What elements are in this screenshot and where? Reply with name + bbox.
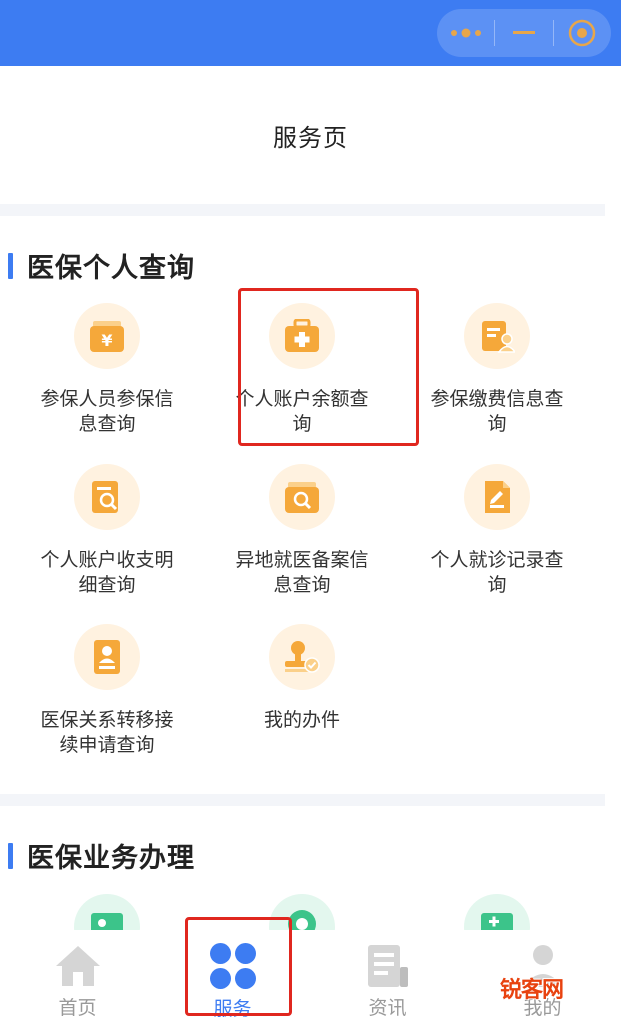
service-item-transfer-query[interactable]: 医保关系转移接续申请查询 [27,624,187,758]
section-title: 医保业务办理 [27,843,195,874]
highlight-box-balance-query [238,288,419,446]
document-search-icon [74,464,140,530]
tab-label: 首页 [58,997,97,1019]
stamp-check-icon [269,624,335,690]
section-accent-bar [8,842,13,869]
mini-program-capsule [437,9,611,57]
watermark-logo: 锐客网 [500,977,564,1003]
service-label: 我的办件 [263,709,340,731]
divider [0,794,605,806]
service-label: 参保人员参保信息查询 [40,388,174,435]
top-bar [0,0,621,66]
partial-service-row [0,894,621,930]
service-label: 个人账户收支明细查询 [40,549,174,596]
tab-label: 资讯 [368,997,407,1019]
payment-record-icon [464,303,530,369]
service-item-insured-info[interactable]: ¥ 参保人员参保信息查询 [27,303,187,437]
id-card-green-icon[interactable] [74,894,140,930]
service-item-remote-medical[interactable]: 异地就医备案信息查询 [222,464,382,598]
section-accent-bar [8,252,13,279]
service-item-my-cases[interactable]: 我的办件 [222,624,382,733]
folder-search-icon [269,464,335,530]
news-icon [363,942,413,989]
service-item-account-details[interactable]: 个人账户收支明细查询 [27,464,187,598]
highlight-box-services-tab [185,917,292,1016]
home-icon [53,942,103,989]
edit-document-icon [464,464,530,530]
tab-news[interactable]: 资讯 [310,930,465,1020]
service-item-visit-records[interactable]: 个人就诊记录查询 [417,464,577,598]
add-card-green-icon[interactable] [464,894,530,930]
section-title: 医保个人查询 [27,253,195,284]
tab-home[interactable]: 首页 [0,930,155,1020]
wallet-yen-icon: ¥ [74,303,140,369]
service-label: 医保关系转移接续申请查询 [40,709,174,756]
service-label: 异地就医备案信息查询 [235,549,369,596]
minimize-icon [512,31,535,34]
svg-text:¥: ¥ [101,331,112,350]
page-header: 服务页 [0,66,621,204]
service-label: 个人就诊记录查询 [430,549,564,596]
service-item-payment-info[interactable]: 参保缴费信息查询 [417,303,577,437]
section-header: 医保个人查询 [8,246,195,285]
id-card-icon [74,624,140,690]
minimize-button[interactable] [495,9,552,57]
section-header: 医保业务办理 [8,836,195,875]
service-label: 参保缴费信息查询 [430,388,564,435]
close-button[interactable] [554,9,611,57]
divider [0,204,605,216]
close-circle-icon [569,19,596,47]
page-title: 服务页 [273,123,348,152]
section-business-handling: 医保业务办理 [0,806,621,930]
more-dots-icon [450,28,481,38]
more-menu-button[interactable] [437,9,494,57]
